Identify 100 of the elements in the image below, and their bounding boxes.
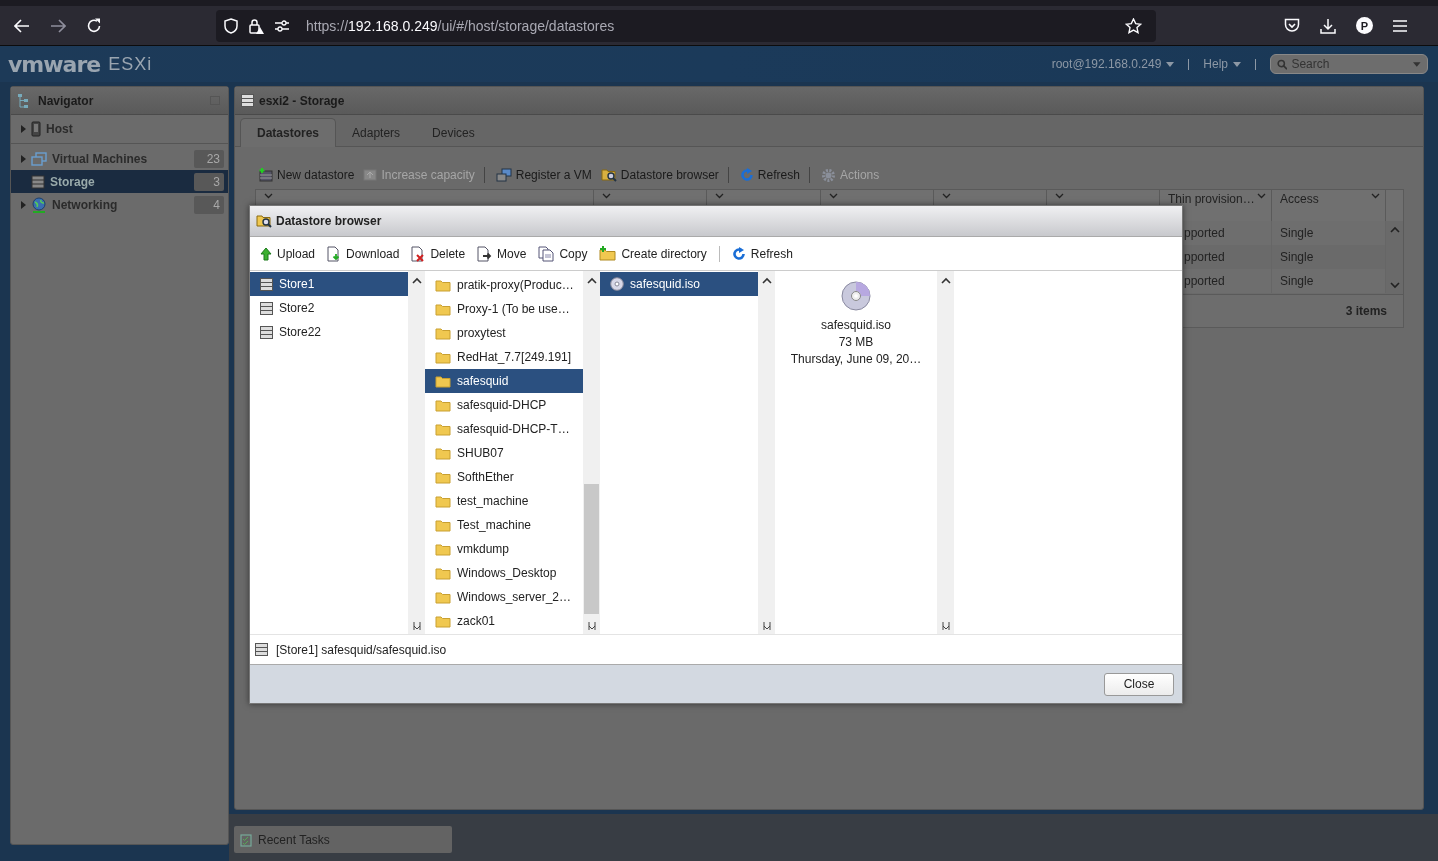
back-icon[interactable] [14,18,30,33]
profile-avatar[interactable]: P [1356,17,1373,34]
folder-item[interactable]: pratik-proxy(Produc… [425,273,583,297]
item-count: 3 items [1345,304,1387,318]
register-icon [495,168,512,182]
folder-icon [435,446,451,460]
folder-item[interactable]: safesquid [425,369,583,393]
chevron-icon[interactable] [942,193,951,199]
help-menu[interactable]: Help [1203,57,1241,71]
expand-arrow-icon[interactable] [21,154,26,163]
folder-item[interactable]: test_machine [425,489,583,513]
user-menu[interactable]: root@192.168.0.249 [1051,57,1175,71]
table-cell: pported [1184,226,1225,240]
folder-item[interactable]: Proxy-1 (To be use… [425,297,583,321]
chevron-icon[interactable] [264,193,273,199]
datastore-item[interactable]: Store1 [250,272,408,296]
datastore-item[interactable]: Store22 [250,320,408,344]
pocket-icon[interactable] [1284,18,1300,33]
caret-icon [1166,61,1175,67]
chevron-icon[interactable] [715,193,724,199]
toolbar-button[interactable]: Refresh [731,246,793,261]
new-folder-icon [599,246,617,261]
expand-icon [363,168,378,182]
toolbar-button[interactable]: Move [477,245,527,262]
scroll-up-icon[interactable] [587,277,597,284]
permissions-icon[interactable] [274,19,290,32]
database-icon [241,94,254,107]
table-cell: Single [1280,250,1314,264]
scroll-thumb[interactable] [584,484,599,614]
toolbar-button[interactable]: Create directory [599,246,707,261]
reload-icon[interactable] [86,17,102,34]
folder-icon [435,398,451,412]
toolbar-button[interactable]: Copy [538,245,588,262]
table-cell: Single [1280,226,1314,240]
file-name: safesquid.iso [820,317,891,334]
database-icon [260,277,273,291]
folder-icon [435,518,451,532]
folder-icon [435,374,451,388]
menu-icon[interactable] [1393,19,1407,32]
toolbar-button[interactable]: Delete [411,245,466,262]
disc-icon [841,281,871,311]
folder-item[interactable]: safesquid-DHCP [425,393,583,417]
resize-handle-icon[interactable] [762,621,772,631]
resize-handle-icon[interactable] [412,621,422,631]
file-path: [Store1] safesquid/safesquid.iso [276,642,447,657]
folder-item[interactable]: vmkdump [425,537,583,561]
clipboard-icon [240,832,252,847]
folder-item[interactable]: Test_machine [425,513,583,537]
navigator-item[interactable]: Storage 3 [11,170,228,193]
expand-arrow-icon[interactable] [21,200,26,209]
scrollbar[interactable] [583,271,600,634]
disc-icon [610,277,624,291]
count-badge: 3 [194,172,224,191]
forward-icon[interactable] [50,18,66,33]
expand-arrow-icon[interactable] [21,125,26,133]
database-icon [31,174,45,189]
globe-icon [31,196,47,213]
chevron-icon[interactable] [1055,193,1064,199]
download-icon[interactable] [1320,17,1336,34]
folder-item[interactable]: Windows_Desktop [425,561,583,585]
chevron-icon[interactable] [602,193,611,199]
table-cell: Single [1280,274,1314,288]
folder-icon [435,614,451,628]
folder-icon [435,494,451,508]
lock-warning-icon[interactable] [248,17,264,34]
scrollbar[interactable] [758,271,775,634]
resize-handle-icon[interactable] [941,621,951,631]
resize-handle-icon[interactable] [587,621,597,631]
folder-item[interactable]: SofthEther [425,465,583,489]
address-bar[interactable]: https://192.168.0.249/ui/#/host/storage/datastores [216,9,1156,42]
scroll-up-icon[interactable] [412,277,422,284]
datastore-item[interactable]: Store2 [250,296,408,320]
folder-icon [435,470,451,484]
file-item[interactable]: safesquid.iso [600,272,758,296]
chevron-icon[interactable] [829,193,838,199]
folder-item[interactable]: safesquid-DHCP-T… [425,417,583,441]
shield-icon[interactable] [224,17,238,34]
folder-item[interactable]: Windows_server_2… [425,585,583,609]
product-name: ESXi [108,53,153,75]
close-button[interactable]: Close [1104,672,1174,696]
table-cell: pported [1184,274,1225,288]
scroll-up-icon[interactable] [762,277,772,284]
folder-item[interactable]: SHUB07 [425,441,583,465]
folder-item[interactable]: proxytest [425,321,583,345]
copy-icon [538,245,555,262]
search-field[interactable]: Search [1270,54,1428,74]
scrollbar[interactable] [937,271,954,634]
folder-item[interactable]: RedHat_7.7[249.191] [425,345,583,369]
add-datastore-icon [259,168,273,182]
folder-icon [435,350,451,364]
scrollbar[interactable] [408,271,425,634]
folder-item[interactable]: zack01 [425,609,583,633]
search-input[interactable]: Search [1291,57,1410,71]
star-icon[interactable] [1125,17,1142,34]
scroll-up-icon[interactable] [941,277,951,284]
toolbar-button[interactable]: Download [327,245,400,262]
search-icon [1277,58,1288,70]
toolbar-button[interactable]: Upload [260,246,316,261]
caret-icon [1233,61,1241,67]
scroll-down-icon[interactable] [1389,282,1400,289]
